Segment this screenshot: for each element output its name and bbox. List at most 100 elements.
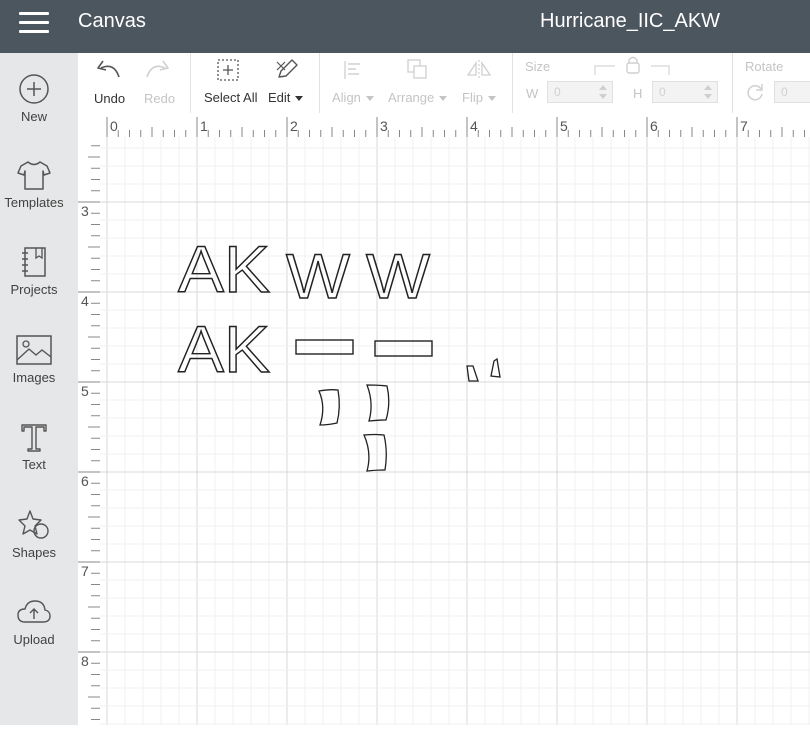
left-sidebar: New Templates Projects Images Text Shape… xyxy=(0,53,78,725)
width-label: W xyxy=(526,86,539,101)
canvas-arc-shape-2[interactable] xyxy=(366,384,390,422)
width-input[interactable]: 0 xyxy=(547,81,613,103)
arrange-icon xyxy=(407,59,427,79)
undo-label: Undo xyxy=(94,91,126,106)
ruler-left-label: 3 xyxy=(81,203,89,219)
canvas-sliver-shape-left[interactable] xyxy=(466,365,479,382)
undo-button[interactable]: Undo xyxy=(88,53,130,113)
canvas-bar-shape-right[interactable] xyxy=(374,340,433,357)
project-title[interactable]: Hurricane_IIC_AKW xyxy=(540,10,720,33)
sidebar-item-shapes[interactable]: Shapes xyxy=(0,509,68,560)
horizontal-ruler-scale: 0 1 2 3 4 5 6 7 xyxy=(106,117,805,137)
ruler-left-label: 8 xyxy=(81,653,89,669)
ruler-left-label: 7 xyxy=(81,563,89,579)
edit-dropdown[interactable]: Edit xyxy=(266,53,312,113)
chevron-down-icon xyxy=(487,96,496,102)
sidebar-item-label: New xyxy=(20,109,47,124)
toolbar-divider xyxy=(512,53,513,113)
canvas-sliver-shape-right[interactable] xyxy=(490,357,501,378)
edit-pencil-icon xyxy=(276,59,298,78)
canvas-text-w-left[interactable]: W xyxy=(285,241,351,312)
select-all-button[interactable]: Select All xyxy=(200,53,260,113)
height-value: 0 xyxy=(659,85,666,99)
sidebar-item-label: Text xyxy=(22,457,46,472)
flip-dropdown[interactable]: Flip xyxy=(462,53,502,113)
canvas-arc-shape-1[interactable] xyxy=(318,389,340,426)
arrange-label: Arrange xyxy=(388,90,435,105)
select-all-label: Select All xyxy=(204,90,258,105)
sidebar-item-label: Projects xyxy=(10,282,58,297)
sidebar-item-label: Images xyxy=(12,370,56,385)
tshirt-icon xyxy=(17,161,51,190)
sidebar-item-images[interactable]: Images xyxy=(0,334,68,385)
toolbar-divider xyxy=(190,53,191,113)
rotate-input[interactable]: 0 xyxy=(774,81,810,103)
stepper-arrows-icon[interactable] xyxy=(597,82,609,102)
ruler-left-label: 5 xyxy=(81,383,89,399)
canvas-arc-shape-3[interactable] xyxy=(363,433,387,472)
chevron-down-icon xyxy=(439,96,448,102)
vertical-ruler: 3 4 5 6 7 8 xyxy=(78,137,100,725)
chevron-down-icon xyxy=(295,96,304,102)
text-t-icon xyxy=(21,424,47,452)
ruler-top-label: 5 xyxy=(560,118,568,134)
ruler-top-label: 0 xyxy=(110,118,118,134)
arrange-dropdown[interactable]: Arrange xyxy=(388,53,452,113)
chevron-down-icon xyxy=(365,96,374,102)
sidebar-item-text[interactable]: Text xyxy=(0,421,68,472)
canvas-text-ak-top[interactable]: AK xyxy=(177,231,270,306)
rotate-icon xyxy=(747,84,763,101)
ruler-top-label: 1 xyxy=(200,118,208,134)
hamburger-menu-icon[interactable] xyxy=(19,12,49,34)
sidebar-item-new[interactable]: New xyxy=(0,73,68,124)
vertical-ruler-scale: 3 4 5 6 7 8 xyxy=(78,145,100,720)
flip-label: Flip xyxy=(462,90,483,105)
ruler-top-label: 7 xyxy=(740,118,748,134)
height-label: H xyxy=(633,86,643,101)
redo-icon xyxy=(146,60,169,78)
sidebar-item-projects[interactable]: Projects xyxy=(0,246,68,297)
edit-toolbar: Undo Redo Select All Edit Align Arrange … xyxy=(78,53,810,114)
toolbar-divider xyxy=(319,53,320,113)
undo-icon xyxy=(97,60,120,78)
sidebar-item-label: Upload xyxy=(13,632,55,647)
redo-label: Redo xyxy=(144,91,176,106)
ruler-top-label: 2 xyxy=(290,118,298,134)
image-icon xyxy=(16,335,52,365)
align-dropdown[interactable]: Align xyxy=(330,53,376,113)
size-label: Size xyxy=(525,59,551,74)
width-value: 0 xyxy=(554,85,561,99)
top-bar: Canvas Hurricane_IIC_AKW xyxy=(0,0,810,53)
app-title: Canvas xyxy=(78,10,146,32)
canvas-bar-shape-left[interactable] xyxy=(295,339,354,355)
notebook-icon xyxy=(22,247,46,277)
align-label: Align xyxy=(332,90,361,105)
sidebar-item-upload[interactable]: Upload xyxy=(0,598,68,647)
sidebar-item-label: Templates xyxy=(4,195,64,210)
horizontal-ruler: 0 1 2 3 4 5 6 7 xyxy=(78,113,810,137)
redo-button[interactable]: Redo xyxy=(138,53,180,113)
stepper-arrows-icon[interactable] xyxy=(702,82,714,102)
toolbar-divider xyxy=(732,53,733,113)
ruler-top-label: 3 xyxy=(380,118,388,134)
shapes-icon xyxy=(18,510,49,539)
align-icon xyxy=(344,61,360,79)
rotate-value: 0 xyxy=(781,85,788,99)
edit-label: Edit xyxy=(268,90,291,105)
ruler-top-label: 6 xyxy=(650,118,658,134)
ruler-left-label: 6 xyxy=(81,473,89,489)
sidebar-item-templates[interactable]: Templates xyxy=(0,159,68,210)
canvas-objects: AK W W AK xyxy=(177,231,501,472)
ruler-left-label: 4 xyxy=(81,293,89,309)
select-all-icon xyxy=(217,59,239,81)
lock-icon[interactable] xyxy=(593,55,673,77)
design-canvas[interactable]: AK W W AK xyxy=(100,137,810,725)
ruler-top-label: 4 xyxy=(470,118,478,134)
sidebar-item-label: Shapes xyxy=(11,545,57,560)
canvas-text-w-right[interactable]: W xyxy=(365,241,431,312)
rotate-label: Rotate xyxy=(745,59,784,74)
flip-icon xyxy=(466,60,492,80)
canvas-text-ak-bottom[interactable]: AK xyxy=(177,311,270,386)
height-input[interactable]: 0 xyxy=(652,81,718,103)
cloud-upload-icon xyxy=(17,600,51,623)
